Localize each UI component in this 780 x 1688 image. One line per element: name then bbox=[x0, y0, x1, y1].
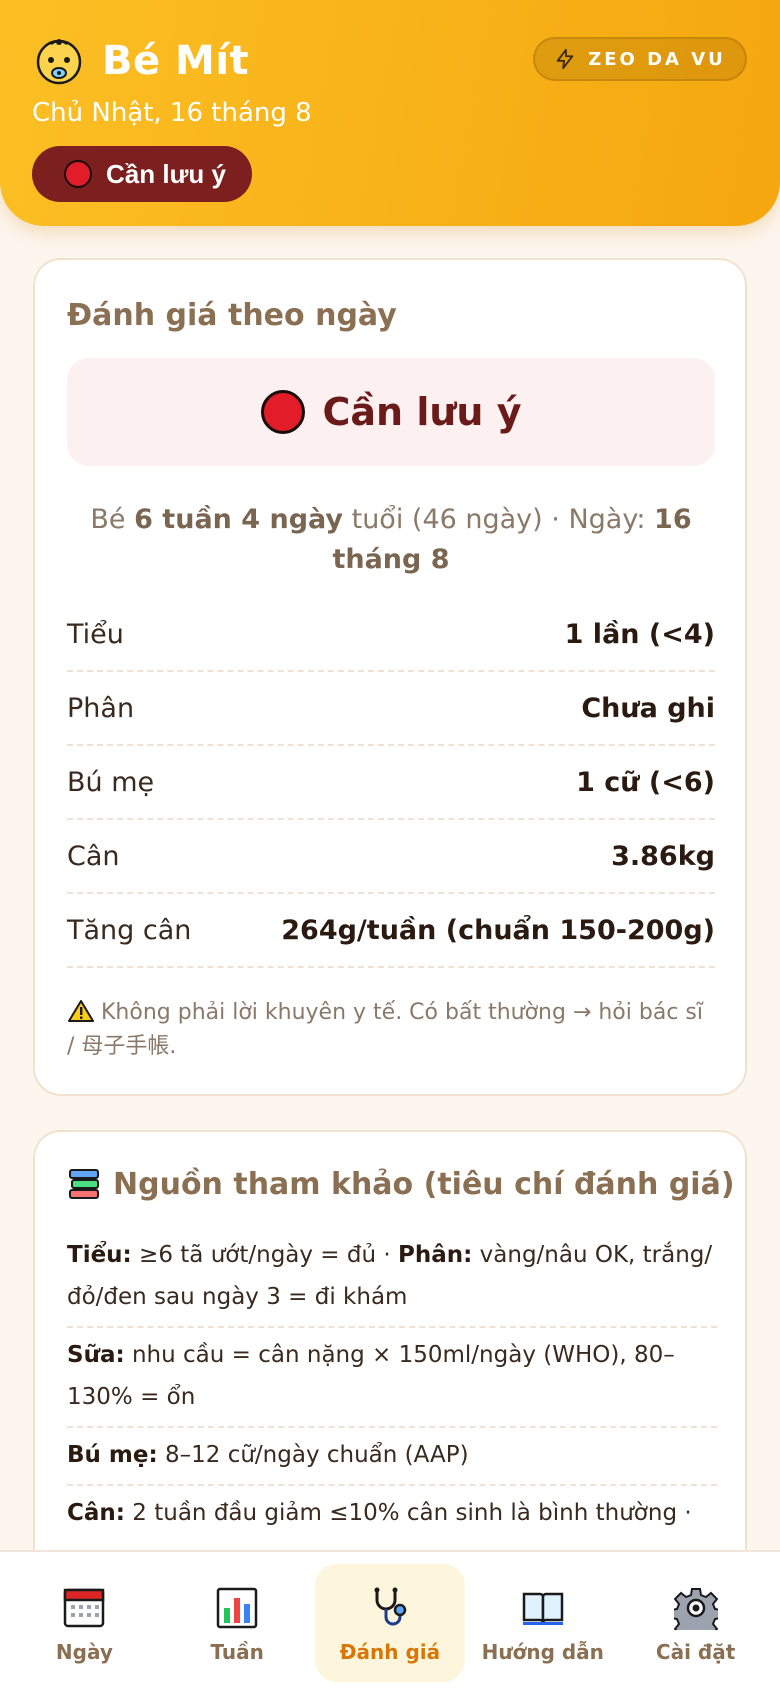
status-banner: Cần lưu ý bbox=[67, 358, 715, 466]
metric-label: Phân bbox=[67, 692, 135, 724]
reference-item: Sữa: nhu cầu = cân nặng × 150ml/ngày (WH… bbox=[67, 1328, 717, 1428]
metric-value: 1 cữ (<6) bbox=[576, 766, 715, 798]
metric-row-breastfeed: Bú mẹ 1 cữ (<6) bbox=[67, 746, 715, 820]
age-summary: Bé 6 tuần 4 ngày tuổi (46 ngày) · Ngày: … bbox=[67, 500, 715, 580]
nav-label: Tuần bbox=[210, 1640, 264, 1664]
reference-text: nhu cầu = cân nặng × 150ml/ngày (WHO), 8… bbox=[67, 1342, 675, 1410]
reference-label: Bú mẹ: bbox=[67, 1442, 158, 1468]
nav-item-guide[interactable]: Hướng dẫn bbox=[468, 1564, 618, 1682]
book-icon bbox=[522, 1592, 564, 1625]
red-dot-icon bbox=[260, 390, 305, 434]
reference-item: Bú mẹ: 8–12 cữ/ngày chuẩn (AAP) bbox=[67, 1428, 717, 1486]
nav-item-assessment[interactable]: Đánh giá bbox=[314, 1564, 465, 1682]
books-icon bbox=[69, 1169, 99, 1199]
disclaimer-text: Không phải lời khuyên y tế. Có bất thườn… bbox=[67, 1000, 703, 1059]
reference-label: Phân: bbox=[398, 1242, 473, 1268]
card-title: Đánh giá theo ngày bbox=[67, 298, 397, 333]
header-date: Chủ Nhật, 16 tháng 8 bbox=[32, 98, 312, 128]
nav-item-week[interactable]: Tuần bbox=[162, 1564, 312, 1682]
lightning-icon bbox=[556, 48, 574, 70]
nav-label: Ngày bbox=[55, 1640, 113, 1664]
daily-assessment-card: Đánh giá theo ngày Cần lưu ý Bé 6 tuần 4… bbox=[33, 258, 747, 1096]
gear-icon bbox=[673, 1588, 718, 1630]
metric-value: 1 lần (<4) bbox=[564, 618, 715, 650]
reference-label: Sữa: bbox=[67, 1342, 125, 1368]
metric-row-weight: Cân 3.86kg bbox=[67, 820, 715, 894]
metric-label: Tiểu bbox=[67, 618, 124, 650]
references-list: Tiểu: ≥6 tã ướt/ngày = đủ · Phân: vàng/n… bbox=[67, 1228, 717, 1542]
red-dot-icon bbox=[64, 160, 92, 188]
reference-label: Cân: bbox=[67, 1500, 125, 1526]
reference-label: Tiểu: bbox=[67, 1242, 132, 1268]
metric-row-weight-gain: Tăng cân 264g/tuần (chuẩn 150-200g) bbox=[67, 894, 715, 968]
bottom-nav: Ngày Tuần Đánh giá Hướng dẫn Cài đặt bbox=[0, 1550, 780, 1688]
reference-item: Tiểu: ≥6 tã ướt/ngày = đủ · Phân: vàng/n… bbox=[67, 1228, 717, 1328]
mode-label: ZEO DA VU bbox=[588, 48, 726, 70]
metrics-list: Tiểu 1 lần (<4) Phân Chưa ghi Bú mẹ 1 cữ… bbox=[67, 598, 715, 968]
nav-label: Cài đặt bbox=[655, 1640, 736, 1664]
stethoscope-icon bbox=[374, 1587, 407, 1626]
metric-value: 3.86kg bbox=[611, 840, 715, 872]
app-title: Bé Mít bbox=[102, 38, 250, 84]
age-value: 6 tuần 4 ngày bbox=[134, 504, 344, 535]
bar-chart-icon bbox=[216, 1587, 258, 1629]
disclaimer: Không phải lời khuyên y tế. Có bất thườn… bbox=[67, 996, 717, 1064]
app-header: Bé Mít Chủ Nhật, 16 tháng 8 Cần lưu ý ZE… bbox=[0, 0, 780, 226]
reference-item: Cân: 2 tuần đầu giảm ≤10% cân sinh là bì… bbox=[67, 1486, 717, 1542]
references-header: Nguồn tham khảo (tiêu chí đánh giá) bbox=[67, 1166, 735, 1202]
brand: Bé Mít bbox=[34, 36, 249, 86]
metric-value: Chưa ghi bbox=[581, 692, 715, 724]
nav-label: Đánh giá bbox=[339, 1640, 441, 1664]
metric-label: Tăng cân bbox=[67, 914, 192, 946]
metric-value: 264g/tuần (chuẩn 150-200g) bbox=[281, 914, 715, 946]
mode-toggle-button[interactable]: ZEO DA VU bbox=[533, 37, 747, 81]
reference-text: 2 tuần đầu giảm ≤10% cân sinh là bình th… bbox=[124, 1500, 692, 1526]
metric-label: Bú mẹ bbox=[67, 766, 155, 798]
age-suffix: tuổi (46 ngày) · Ngày: bbox=[351, 504, 646, 535]
nav-item-day[interactable]: Ngày bbox=[9, 1564, 159, 1682]
reference-text: 8–12 cữ/ngày chuẩn (AAP) bbox=[157, 1442, 469, 1468]
metric-row-urine: Tiểu 1 lần (<4) bbox=[67, 598, 715, 672]
age-prefix: Bé bbox=[90, 504, 126, 535]
references-title: Nguồn tham khảo (tiêu chí đánh giá) bbox=[113, 1166, 735, 1202]
reference-text: ≥6 tã ướt/ngày = đủ · bbox=[131, 1242, 399, 1268]
nav-item-settings[interactable]: Cài đặt bbox=[621, 1564, 771, 1682]
calendar-icon bbox=[64, 1588, 105, 1628]
status-button[interactable]: Cần lưu ý bbox=[32, 146, 252, 202]
metric-label: Cân bbox=[67, 840, 120, 872]
status-label: Cần lưu ý bbox=[106, 158, 226, 189]
status-banner-label: Cần lưu ý bbox=[322, 390, 522, 434]
nav-label: Hướng dẫn bbox=[481, 1640, 604, 1664]
baby-face-icon bbox=[36, 39, 82, 85]
warning-icon bbox=[68, 1000, 94, 1022]
metric-row-stool: Phân Chưa ghi bbox=[67, 672, 715, 746]
